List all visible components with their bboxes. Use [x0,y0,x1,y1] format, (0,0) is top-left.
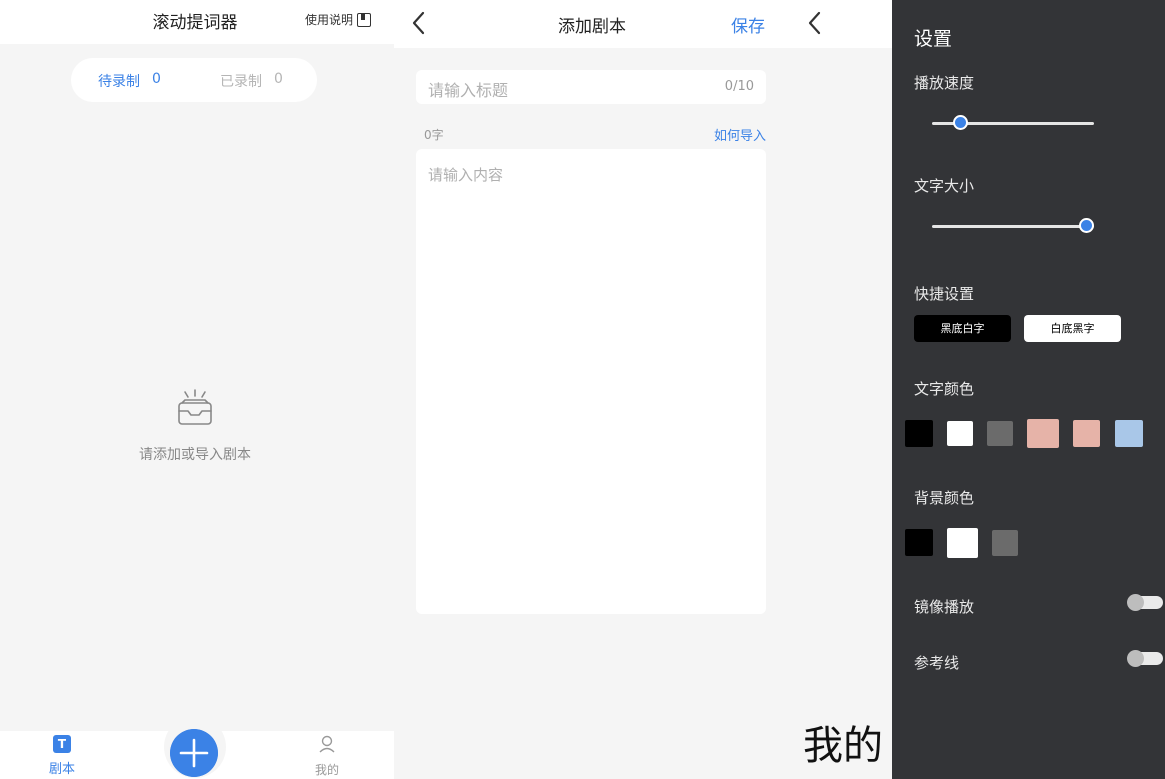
settings-drawer: 设置 播放速度 文字大小 快捷设置 黑底白字 白底黑字 文字颜色 背景颜色 镜像… [892,0,1165,779]
font-size-label: 文字大小 [914,177,975,195]
mirror-toggle[interactable] [1127,594,1163,611]
tab-recorded-count: 0 [274,71,283,87]
settings-screen: 我的 设置 播放速度 文字大小 快捷设置 黑底白字 白底黑字 文字颜色 背景颜色… [790,0,1165,779]
script-list-screen: 滚动提词器 使用说明 待录制 0 已录制 0 请添加或导入剧本 T 剧本 我的 [0,0,394,779]
text-color-swatch[interactable] [1073,420,1100,447]
tab-recorded-label: 已录制 [220,74,262,90]
nav-me-label: 我的 [314,763,339,777]
tab-pending-count: 0 [152,71,161,87]
back-chevron-icon[interactable] [804,9,828,37]
text-color-label: 文字颜色 [914,380,975,398]
save-button[interactable]: 保存 [731,12,765,37]
font-size-slider[interactable] [932,218,1094,235]
title-placeholder: 请输入标题 [428,81,509,100]
nav-script-label: 剧本 [48,762,75,777]
help-button[interactable]: 使用说明 [305,11,372,28]
bg-color-swatch[interactable] [992,530,1018,556]
title-input-field[interactable]: 请输入标题 0/10 [416,70,766,104]
font-size-slider-thumb[interactable] [1079,218,1094,233]
bookmark-icon [357,12,372,27]
speed-label: 播放速度 [914,74,975,92]
content-textarea[interactable]: 请输入内容 [416,149,766,614]
mirror-toggle-knob [1127,594,1144,611]
content-placeholder: 请输入内容 [428,166,504,184]
title-char-counter: 0/10 [724,79,754,94]
help-label: 使用说明 [305,13,354,27]
empty-state-text: 请添加或导入剧本 [139,447,251,463]
guide-line-label: 参考线 [914,654,960,672]
me-caption: 我的 [803,723,883,769]
font-size-slider-track [932,225,1094,228]
script-icon: T [53,735,71,753]
how-to-import-link[interactable]: 如何导入 [714,125,766,144]
bg-color-swatch[interactable] [947,528,978,558]
preset-black-bg-white-text[interactable]: 黑底白字 [914,315,1011,342]
add-script-button[interactable] [170,729,218,777]
quick-settings-label: 快捷设置 [914,285,975,303]
text-color-swatch[interactable] [1027,419,1059,448]
settings-title: 设置 [914,28,953,50]
bg-color-swatch[interactable] [905,529,933,556]
nav-item-script[interactable]: T 剧本 [40,735,84,777]
add-script-screen: 添加剧本 保存 请输入标题 0/10 0字 如何导入 请输入内容 [394,0,790,779]
text-color-swatch[interactable] [947,421,973,446]
bg-color-label: 背景颜色 [914,489,975,507]
text-color-swatch[interactable] [1115,420,1143,447]
tab-pending[interactable]: 待录制 0 [98,71,161,91]
tab-pending-label: 待录制 [98,74,140,90]
content-char-count: 0字 [424,128,444,142]
tab-recorded[interactable]: 已录制 0 [220,71,283,91]
preset-white-bg-black-text[interactable]: 白底黑字 [1024,315,1121,342]
speed-slider-thumb[interactable] [952,115,968,130]
user-icon [319,735,335,753]
guide-line-toggle[interactable] [1127,650,1163,667]
guide-line-toggle-knob [1127,650,1144,667]
text-color-swatch[interactable] [987,421,1013,446]
speed-slider[interactable] [932,115,1094,132]
mirror-label: 镜像播放 [914,598,975,616]
empty-inbox-icon [178,389,212,425]
nav-item-me[interactable]: 我的 [305,735,349,778]
record-status-tabs: 待录制 0 已录制 0 [71,58,317,102]
text-color-swatch[interactable] [905,420,933,447]
